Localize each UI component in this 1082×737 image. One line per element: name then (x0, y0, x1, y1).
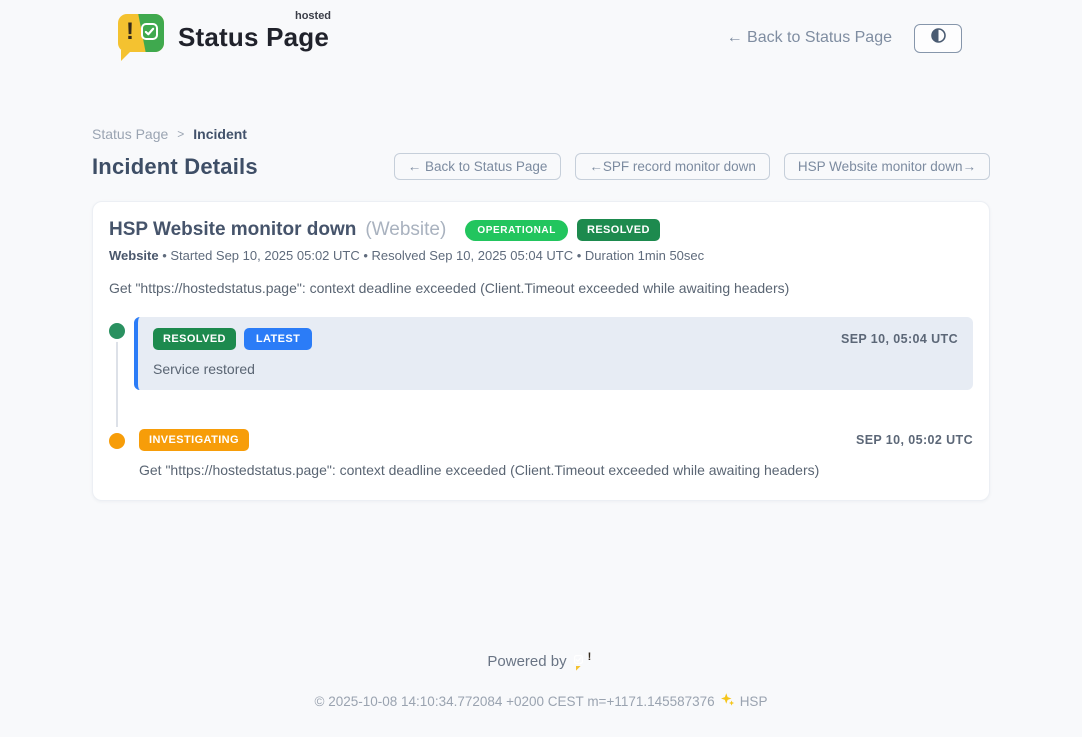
timeline-message: Get "https://hostedstatus.page": context… (139, 462, 973, 478)
meta-component-name: Website (109, 248, 159, 263)
timeline-dot-orange (109, 433, 125, 449)
theme-toggle-button[interactable] (914, 24, 962, 53)
back-to-status-page-button[interactable]: ← Back to Status Page (394, 153, 562, 180)
brand-hosted-superscript: hosted (295, 10, 331, 22)
breadcrumb-separator: > (177, 127, 184, 141)
copyright-line: © 2025-10-08 14:10:34.772084 +0200 CEST … (0, 692, 1082, 710)
timeline-entry-resolved: RESOLVED LATEST SEP 10, 05:04 UTC Servic… (109, 317, 973, 390)
breadcrumb-incident: Incident (193, 126, 247, 142)
timeline-investigating-badge: INVESTIGATING (139, 429, 249, 451)
meta-details: • Started Sep 10, 2025 05:02 UTC • Resol… (159, 248, 705, 263)
half-circle-icon (929, 26, 948, 50)
header: ! Status Page hosted ← Back to Status Pa… (0, 0, 1082, 62)
breadcrumb-status-page[interactable]: Status Page (92, 126, 168, 142)
main-content: Status Page > Incident Incident Details … (92, 126, 990, 501)
timeline-timestamp: SEP 10, 05:02 UTC (856, 433, 973, 447)
back-to-status-page-link[interactable]: ← Back to Status Page (727, 29, 892, 47)
incident-description: Get "https://hostedstatus.page": context… (109, 280, 973, 296)
incident-component: (Website) (365, 219, 446, 241)
status-page-logo-icon: ! (118, 14, 166, 62)
powered-by-label: Powered by (487, 653, 566, 670)
timeline-entry-investigating: INVESTIGATING SEP 10, 05:02 UTC Get "htt… (109, 427, 973, 478)
incident-meta: Website • Started Sep 10, 2025 05:02 UTC… (109, 248, 973, 263)
incident-title: HSP Website monitor down (109, 219, 356, 241)
timeline-latest-badge: LATEST (244, 328, 312, 350)
footer: Powered by ! © 2025-10-08 14:10:34.77208… (0, 651, 1082, 710)
copyright-text: © 2025-10-08 14:10:34.772084 +0200 CEST … (315, 694, 715, 709)
incident-card: HSP Website monitor down (Website) OPERA… (92, 201, 990, 501)
incident-nav-buttons: ← Back to Status Page ←SPF record monito… (394, 153, 990, 180)
next-incident-button[interactable]: HSP Website monitor down→ (784, 153, 990, 180)
copyright-suffix: HSP (740, 694, 768, 709)
brand-logo[interactable]: ! Status Page hosted (118, 14, 329, 62)
brand-name: Status Page (178, 22, 329, 52)
footer-logo-icon[interactable]: ! (575, 651, 595, 671)
timeline-message: Service restored (153, 361, 958, 377)
breadcrumb: Status Page > Incident (92, 126, 990, 142)
timeline-dot-green (109, 323, 125, 339)
sparkles-icon (720, 692, 735, 710)
resolved-status-badge: RESOLVED (577, 219, 660, 241)
incident-timeline: RESOLVED LATEST SEP 10, 05:04 UTC Servic… (109, 317, 973, 478)
operational-status-badge: OPERATIONAL (465, 220, 568, 241)
timeline-resolved-badge: RESOLVED (153, 328, 236, 350)
page-title: Incident Details (92, 154, 258, 180)
prev-incident-button[interactable]: ←SPF record monitor down (575, 153, 770, 180)
timeline-timestamp: SEP 10, 05:04 UTC (841, 332, 958, 346)
check-icon (141, 23, 158, 40)
